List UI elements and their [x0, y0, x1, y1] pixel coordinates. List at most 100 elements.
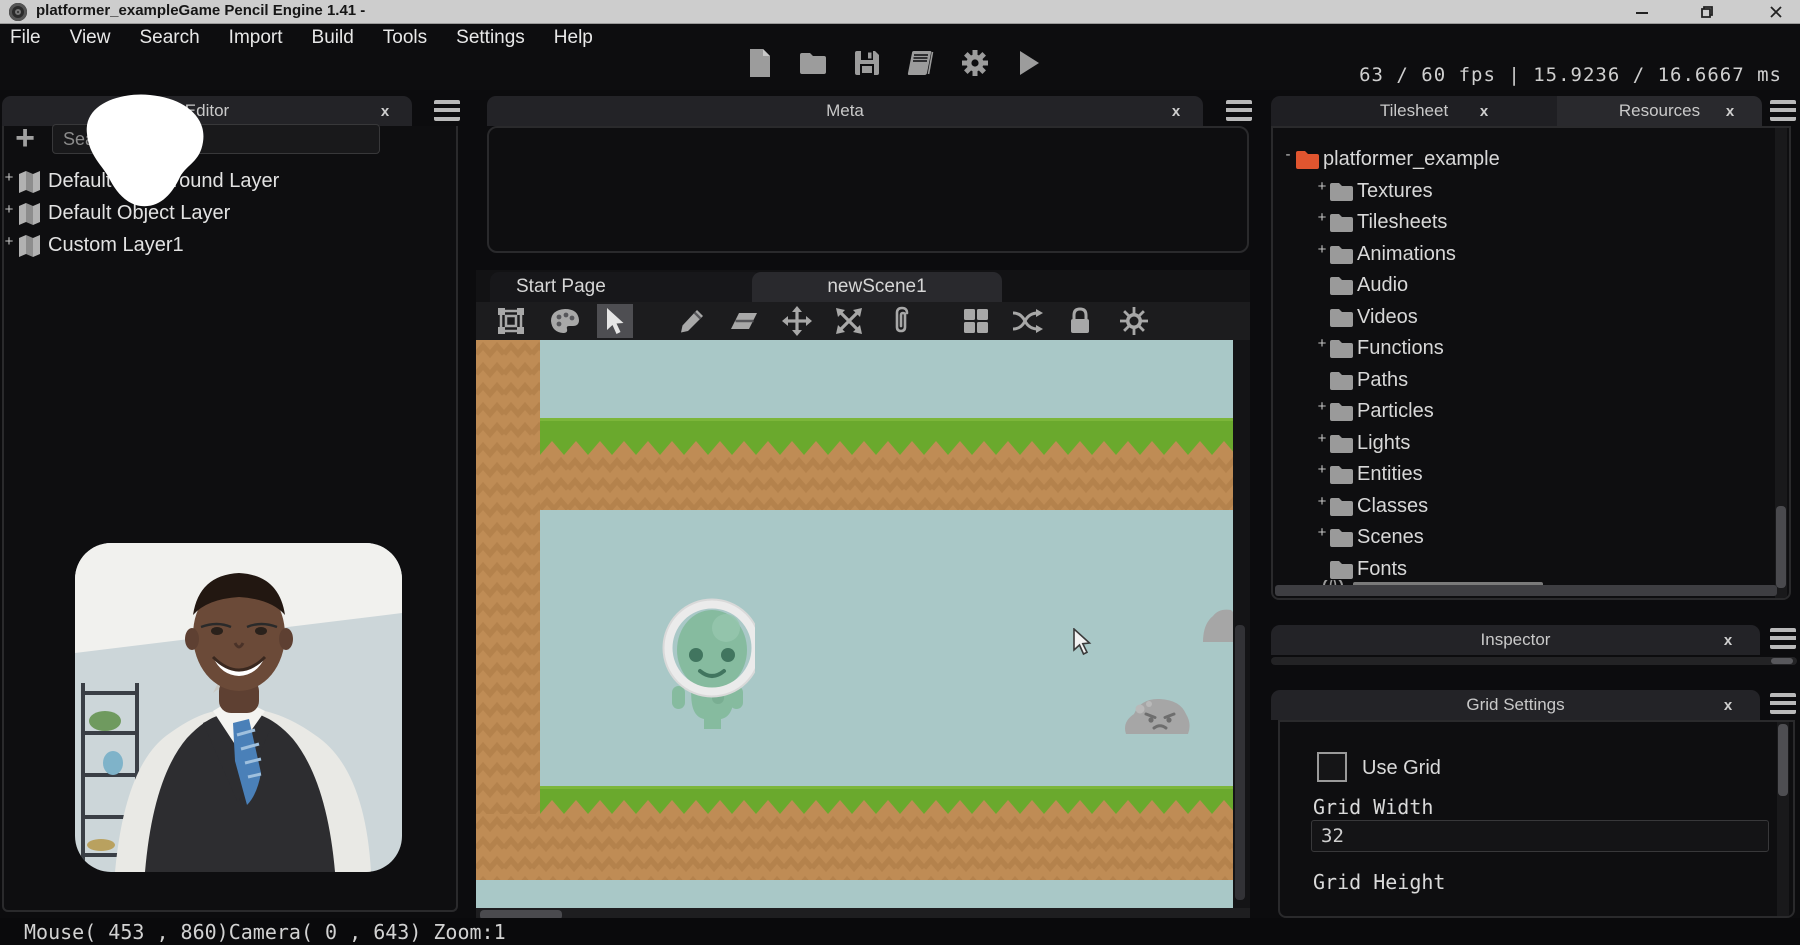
resources-menu-button[interactable]	[1770, 100, 1796, 121]
tree-row-scenes[interactable]: +Scenes	[1316, 522, 1424, 552]
tree-row-animations[interactable]: +Animations	[1316, 239, 1456, 269]
grid-settings-vertical-scrollbar[interactable]	[1777, 722, 1789, 916]
attach-tool[interactable]	[884, 304, 920, 338]
expand-icon[interactable]: +	[2, 169, 16, 186]
blob-enemy-entity[interactable]	[1122, 692, 1192, 734]
resources-tab-title: Resources	[1619, 101, 1700, 121]
tree-row-paths[interactable]: Paths	[1316, 365, 1408, 395]
expand-icon[interactable]: +	[1316, 524, 1328, 541]
expand-icon[interactable]: +	[1316, 430, 1328, 447]
layer-row-custom-layer1[interactable]: + Custom Layer1	[2, 230, 442, 260]
tab-resources[interactable]: Resources x	[1557, 96, 1762, 126]
grid-settings-menu-button[interactable]	[1770, 693, 1796, 714]
expand-icon[interactable]: +	[2, 233, 16, 250]
expand-icon[interactable]: +	[1316, 461, 1328, 478]
select-cursor-tool[interactable]	[597, 304, 633, 338]
meta-panel-close-button[interactable]: x	[1165, 100, 1187, 122]
tree-label: Particles	[1357, 400, 1434, 423]
scene-dirt-band	[540, 455, 1233, 510]
open-folder-button[interactable]	[798, 48, 828, 78]
manual-book-button[interactable]	[906, 48, 936, 78]
grid-width-label: Grid Width	[1313, 795, 1433, 819]
move-tool[interactable]	[779, 304, 815, 338]
alien-player-entity[interactable]	[660, 598, 755, 732]
engine-settings-button[interactable]	[960, 48, 990, 78]
scene-canvas[interactable]	[476, 340, 1250, 922]
tilesheet-close-button[interactable]: x	[1473, 100, 1495, 122]
tab-start-page[interactable]: Start Page	[490, 272, 762, 302]
layer-row-default-object[interactable]: + Default Object Layer	[2, 198, 442, 228]
scrollbar-thumb[interactable]	[1776, 506, 1786, 588]
tab-newscene1[interactable]: newScene1	[752, 272, 1002, 302]
inspector-menu-button[interactable]	[1770, 628, 1796, 649]
scrollbar-thumb[interactable]	[1235, 625, 1245, 900]
resources-vertical-scrollbar[interactable]	[1775, 128, 1787, 598]
expand-icon[interactable]: +	[1316, 398, 1328, 415]
scene-settings-tool[interactable]	[1116, 304, 1152, 338]
tile-blocks-tool[interactable]	[958, 304, 994, 338]
expand-icon[interactable]: +	[1316, 335, 1328, 352]
save-button[interactable]	[852, 48, 882, 78]
grid-width-input[interactable]	[1311, 820, 1769, 852]
meta-panel-header-tab[interactable]: Meta x	[487, 96, 1203, 126]
tab-tilesheet[interactable]: Tilesheet x	[1271, 96, 1557, 126]
add-layer-button[interactable]: +	[8, 124, 42, 156]
maximize-button[interactable]	[1686, 0, 1726, 23]
inspector-scroll-strip[interactable]	[1271, 657, 1797, 665]
meta-panel-title: Meta	[826, 101, 864, 121]
tree-row-textures[interactable]: +Textures	[1316, 176, 1433, 206]
tree-row-entities[interactable]: +Entities	[1316, 459, 1423, 489]
left-panel-close-button[interactable]: x	[374, 100, 396, 122]
tree-row-tilesheets[interactable]: +Tilesheets	[1316, 207, 1447, 237]
menu-file[interactable]: File	[10, 27, 41, 49]
blob-enemy-partial[interactable]	[1203, 608, 1233, 642]
tree-row-lights[interactable]: +Lights	[1316, 428, 1410, 458]
canvas-vertical-scrollbar[interactable]	[1233, 340, 1250, 908]
expand-icon[interactable]: +	[1316, 209, 1328, 226]
resources-close-button[interactable]: x	[1719, 100, 1741, 122]
collapse-icon[interactable]: -	[1282, 146, 1294, 163]
tilesheet-tab-title: Tilesheet	[1380, 101, 1448, 121]
menu-help[interactable]: Help	[554, 27, 593, 49]
minimize-button[interactable]	[1622, 0, 1662, 23]
meta-panel-menu-button[interactable]	[1226, 100, 1252, 121]
tree-row-classes[interactable]: +Classes	[1316, 491, 1428, 521]
expand-icon[interactable]: +	[1316, 493, 1328, 510]
inspector-header-tab[interactable]: Inspector x	[1271, 625, 1760, 655]
scrollbar-thumb[interactable]	[1778, 724, 1788, 796]
menu-import[interactable]: Import	[229, 27, 283, 49]
eraser-tool[interactable]	[726, 304, 762, 338]
menu-settings[interactable]: Settings	[456, 27, 525, 49]
menu-view[interactable]: View	[70, 27, 111, 49]
inspector-close-button[interactable]: x	[1717, 629, 1739, 651]
tree-row-particles[interactable]: + Particles	[1316, 396, 1434, 426]
grid-settings-close-button[interactable]: x	[1717, 694, 1739, 716]
close-window-button[interactable]	[1756, 0, 1796, 23]
pencil-tool[interactable]	[674, 304, 710, 338]
menu-search[interactable]: Search	[139, 27, 199, 49]
left-panel-menu-button[interactable]	[434, 100, 460, 121]
grid-settings-header-tab[interactable]: Grid Settings x	[1271, 690, 1760, 720]
transform-tool[interactable]	[831, 304, 867, 338]
expand-icon[interactable]: +	[1316, 241, 1328, 258]
run-play-icon	[1017, 49, 1041, 77]
palette-tool[interactable]	[547, 304, 583, 338]
lock-tool[interactable]	[1062, 304, 1098, 338]
tree-row-audio[interactable]: Audio	[1316, 270, 1408, 300]
scrollbar-thumb[interactable]	[1771, 658, 1793, 664]
tree-row-videos[interactable]: Videos	[1316, 302, 1418, 332]
layer-row-default-background[interactable]: + Default Background Layer	[2, 166, 442, 196]
expand-icon[interactable]: +	[1316, 178, 1328, 195]
menu-build[interactable]: Build	[312, 27, 354, 49]
folder-icon	[1328, 463, 1355, 485]
tree-row-project-root[interactable]: - platformer_example	[1282, 144, 1500, 174]
new-file-button[interactable]	[744, 48, 774, 78]
randomize-tool[interactable]	[1009, 304, 1045, 338]
scene-frame-tool[interactable]	[493, 304, 529, 338]
run-project-button[interactable]	[1014, 48, 1044, 78]
expand-icon[interactable]: +	[2, 201, 16, 218]
menu-tools[interactable]: Tools	[383, 27, 427, 49]
tree-row-functions[interactable]: +Functions	[1316, 333, 1444, 363]
use-grid-checkbox[interactable]	[1317, 752, 1347, 782]
resources-horizontal-scrollbar[interactable]	[1275, 585, 1777, 596]
